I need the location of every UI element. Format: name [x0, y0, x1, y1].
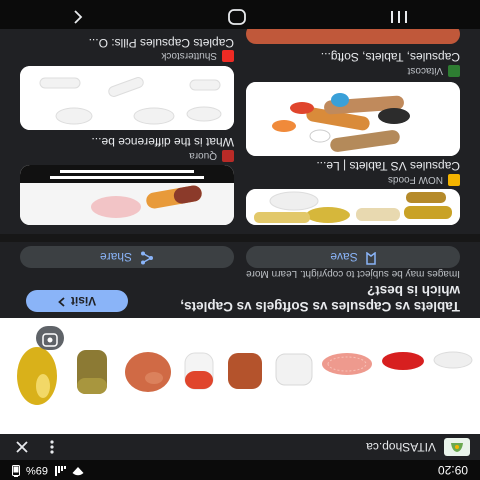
lens-icon	[42, 329, 58, 348]
share-icon	[140, 249, 154, 266]
related-source-label: Shutterstock	[161, 50, 217, 62]
section-divider	[0, 234, 480, 242]
related-source: Quora	[189, 150, 234, 162]
copyright-note[interactable]: Images may be subject to copyright. Lear…	[180, 268, 460, 279]
related-image[interactable]	[246, 82, 460, 156]
status-icons: 69%	[12, 463, 84, 478]
battery-percent: 69%	[26, 464, 49, 476]
main-image[interactable]	[0, 318, 480, 434]
related-source-label: Vitacost	[407, 65, 443, 77]
related-source-label: NOW Foods	[387, 174, 443, 186]
status-time: 09:20	[437, 463, 468, 477]
share-button[interactable]: Share	[20, 246, 234, 268]
related-title[interactable]: Caplets Capsules Pills: O...	[20, 36, 234, 50]
related-image[interactable]	[20, 66, 234, 130]
related-source: NOW Foods	[388, 174, 460, 186]
save-button[interactable]: Save	[246, 246, 460, 268]
back-button[interactable]	[72, 5, 84, 24]
visit-button[interactable]: Visit	[26, 290, 128, 312]
vitacost-favicon-icon	[448, 65, 460, 77]
related-source: Vitacost	[408, 65, 460, 77]
related-source-label: Quora	[189, 150, 217, 162]
now-foods-favicon-icon	[448, 174, 460, 186]
system-nav-bar	[0, 0, 480, 29]
save-label: Save	[330, 250, 358, 264]
related-source: Shutterstock	[161, 50, 234, 62]
quora-favicon-icon	[222, 150, 234, 162]
status-bar: 09:20 69%	[0, 460, 480, 480]
lens-button[interactable]	[36, 326, 64, 350]
image-title: Tablets vs Capsules vs Softgels vs Caple…	[180, 283, 460, 314]
phone-screen: 09:20 69% VITAShop.ca Tablets vs Capsule…	[0, 0, 480, 480]
related-image[interactable]	[20, 165, 234, 225]
more-options-button[interactable]	[40, 436, 64, 458]
site-name[interactable]: VITAShop.ca	[70, 440, 436, 454]
related-image[interactable]	[246, 189, 460, 225]
share-label: Share	[99, 250, 133, 264]
battery-icon	[12, 463, 20, 478]
related-title[interactable]: Capsules VS Tablets | Le...	[246, 159, 460, 173]
bookmark-icon	[365, 249, 376, 265]
viewer-header: VITAShop.ca	[0, 434, 480, 460]
related-title[interactable]: Capsules, Tablets, Softg...	[246, 50, 460, 64]
signal-icon	[54, 464, 67, 477]
related-title[interactable]: What is the difference be...	[20, 135, 234, 149]
close-button[interactable]	[10, 436, 34, 458]
site-logo-icon	[444, 438, 470, 456]
home-button[interactable]	[228, 4, 246, 25]
recent-apps-button[interactable]	[390, 5, 408, 24]
visit-label: Visit	[70, 294, 97, 308]
wifi-icon	[72, 464, 84, 477]
shutterstock-favicon-icon	[222, 50, 234, 62]
chevron-right-icon	[58, 294, 65, 308]
